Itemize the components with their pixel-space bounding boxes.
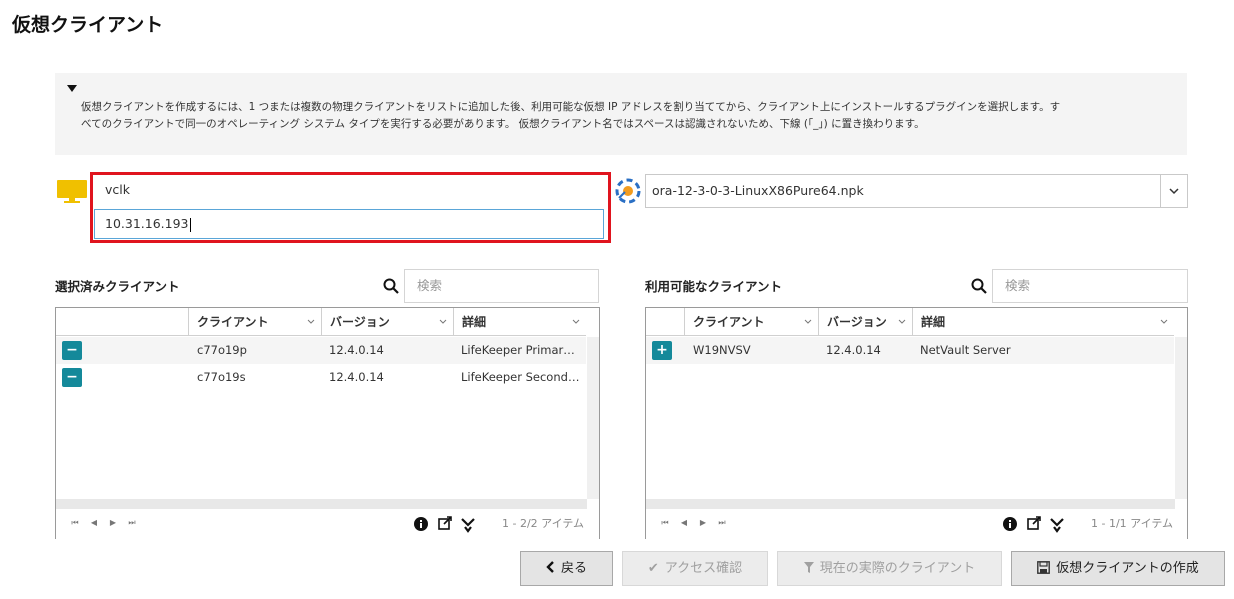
vertical-scrollbar[interactable]	[587, 337, 599, 499]
column-header-client[interactable]: クライアント	[188, 308, 321, 336]
item-count: 1 - 1/1 アイテム	[1091, 517, 1174, 530]
collapse-triangle-icon[interactable]	[67, 85, 77, 92]
last-page-icon[interactable]: ⏭	[715, 518, 729, 528]
cell-detail: LifeKeeper Primary Server	[461, 343, 581, 357]
available-clients-label: 利用可能なクライアント	[645, 279, 783, 294]
plugin-select[interactable]: ora-12-3-0-3-LinuxX86Pure64.npk	[645, 174, 1188, 208]
horizontal-scrollbar[interactable]	[56, 499, 587, 509]
table-row[interactable]: − c77o19p 12.4.0.14 LifeKeeper Primary S…	[56, 337, 586, 364]
pager: ⏮ ◀ ▶ ⏭	[68, 518, 144, 528]
grid-tool-icons	[1003, 516, 1064, 533]
column-header-detail[interactable]: 詳細	[912, 308, 1174, 336]
column-header-version[interactable]: バージョン	[818, 308, 912, 336]
grid-header: クライアント バージョン 詳細	[56, 308, 586, 336]
check-icon: ✔	[647, 561, 659, 576]
plugin-icon	[615, 178, 641, 204]
chevron-down-icon	[307, 319, 315, 324]
chevron-down-icon	[439, 319, 447, 324]
tools-icon	[461, 518, 475, 533]
highlight-frame	[90, 172, 611, 243]
search-icon[interactable]	[383, 278, 399, 294]
chevron-left-icon	[546, 561, 554, 573]
remove-button[interactable]: −	[62, 341, 82, 360]
item-count: 1 - 2/2 アイテム	[502, 517, 585, 530]
back-button[interactable]: 戻る	[520, 551, 613, 586]
filter-icon	[803, 562, 814, 573]
create-virtual-client-button[interactable]: 仮想クライアントの作成	[1011, 551, 1225, 586]
prev-page-icon[interactable]: ◀	[677, 518, 691, 527]
tools-icon	[1050, 518, 1064, 533]
first-page-icon[interactable]: ⏮	[68, 518, 82, 528]
cell-client: W19NVSV	[693, 343, 751, 357]
search-icon[interactable]	[971, 278, 987, 294]
next-page-icon[interactable]: ▶	[106, 518, 120, 527]
available-search-input[interactable]: 検索	[992, 269, 1188, 303]
cell-version: 12.4.0.14	[329, 343, 384, 357]
info-icon	[1003, 517, 1017, 531]
info-text: 仮想クライアントを作成するには、1 つまたは複数の物理クライアントをリストに追加…	[81, 99, 1171, 133]
save-icon	[1037, 561, 1051, 574]
last-page-icon[interactable]: ⏭	[125, 518, 139, 528]
info-icon	[414, 517, 428, 531]
cell-version: 12.4.0.14	[826, 343, 881, 357]
info-panel: 仮想クライアントを作成するには、1 つまたは複数の物理クライアントをリストに追加…	[55, 73, 1187, 155]
first-page-icon[interactable]: ⏮	[658, 518, 672, 528]
cell-detail: LifeKeeper Secondary Server	[461, 370, 581, 384]
column-header-version[interactable]: バージョン	[321, 308, 453, 336]
monitor-icon	[57, 180, 87, 204]
export-icon	[1027, 516, 1041, 530]
selected-search-input[interactable]: 検索	[404, 269, 599, 303]
grid-footer: ⏮ ◀ ▶ ⏭ 1 - 2/2 アイテム	[56, 509, 599, 539]
prev-page-icon[interactable]: ◀	[87, 518, 101, 527]
table-row[interactable]: − c77o19s 12.4.0.14 LifeKeeper Secondary…	[56, 364, 586, 391]
add-button[interactable]: +	[652, 341, 672, 360]
chevron-down-icon	[572, 319, 580, 324]
grid-header: クライアント バージョン 詳細	[646, 308, 1174, 336]
plugin-select-value: ora-12-3-0-3-LinuxX86Pure64.npk	[652, 183, 864, 198]
chevron-down-icon[interactable]	[1169, 187, 1179, 195]
column-header-detail[interactable]: 詳細	[453, 308, 586, 336]
table-row[interactable]: + W19NVSV 12.4.0.14 NetVault Server	[646, 337, 1174, 364]
remove-button[interactable]: −	[62, 368, 82, 387]
cell-client: c77o19p	[197, 343, 247, 357]
grid-footer: ⏮ ◀ ▶ ⏭ 1 - 1/1 アイテム	[646, 509, 1187, 539]
export-icon	[438, 516, 452, 530]
chevron-down-icon	[1160, 319, 1168, 324]
pager: ⏮ ◀ ▶ ⏭	[658, 518, 734, 528]
next-page-icon[interactable]: ▶	[696, 518, 710, 527]
check-access-button[interactable]: ✔ アクセス確認	[622, 551, 768, 586]
info-line-1: 仮想クライアントを作成するには、1 つまたは複数の物理クライアントをリストに追加…	[81, 101, 1061, 113]
grid-tool-icons	[414, 516, 475, 533]
vertical-scrollbar[interactable]	[1175, 337, 1187, 499]
column-header-client[interactable]: クライアント	[684, 308, 818, 336]
chevron-down-icon	[804, 319, 812, 324]
cell-version: 12.4.0.14	[329, 370, 384, 384]
page-title: 仮想クライアント	[12, 14, 164, 36]
selected-clients-grid: クライアント バージョン 詳細 − c77o19p 12.4.0.14 Life…	[55, 307, 600, 539]
cell-client: c77o19s	[197, 370, 246, 384]
selected-clients-label: 選択済みクライアント	[55, 279, 180, 294]
info-line-2: べてのクライアントで同一のオペレーティング システム タイプを実行する必要があり…	[81, 118, 925, 130]
available-clients-grid: クライアント バージョン 詳細 + W19NVSV 12.4.0.14 NetV…	[645, 307, 1188, 539]
current-clients-button[interactable]: 現在の実際のクライアント	[777, 551, 1002, 586]
horizontal-scrollbar[interactable]	[646, 499, 1175, 509]
cell-detail: NetVault Server	[920, 343, 1011, 357]
chevron-down-icon	[898, 319, 906, 324]
